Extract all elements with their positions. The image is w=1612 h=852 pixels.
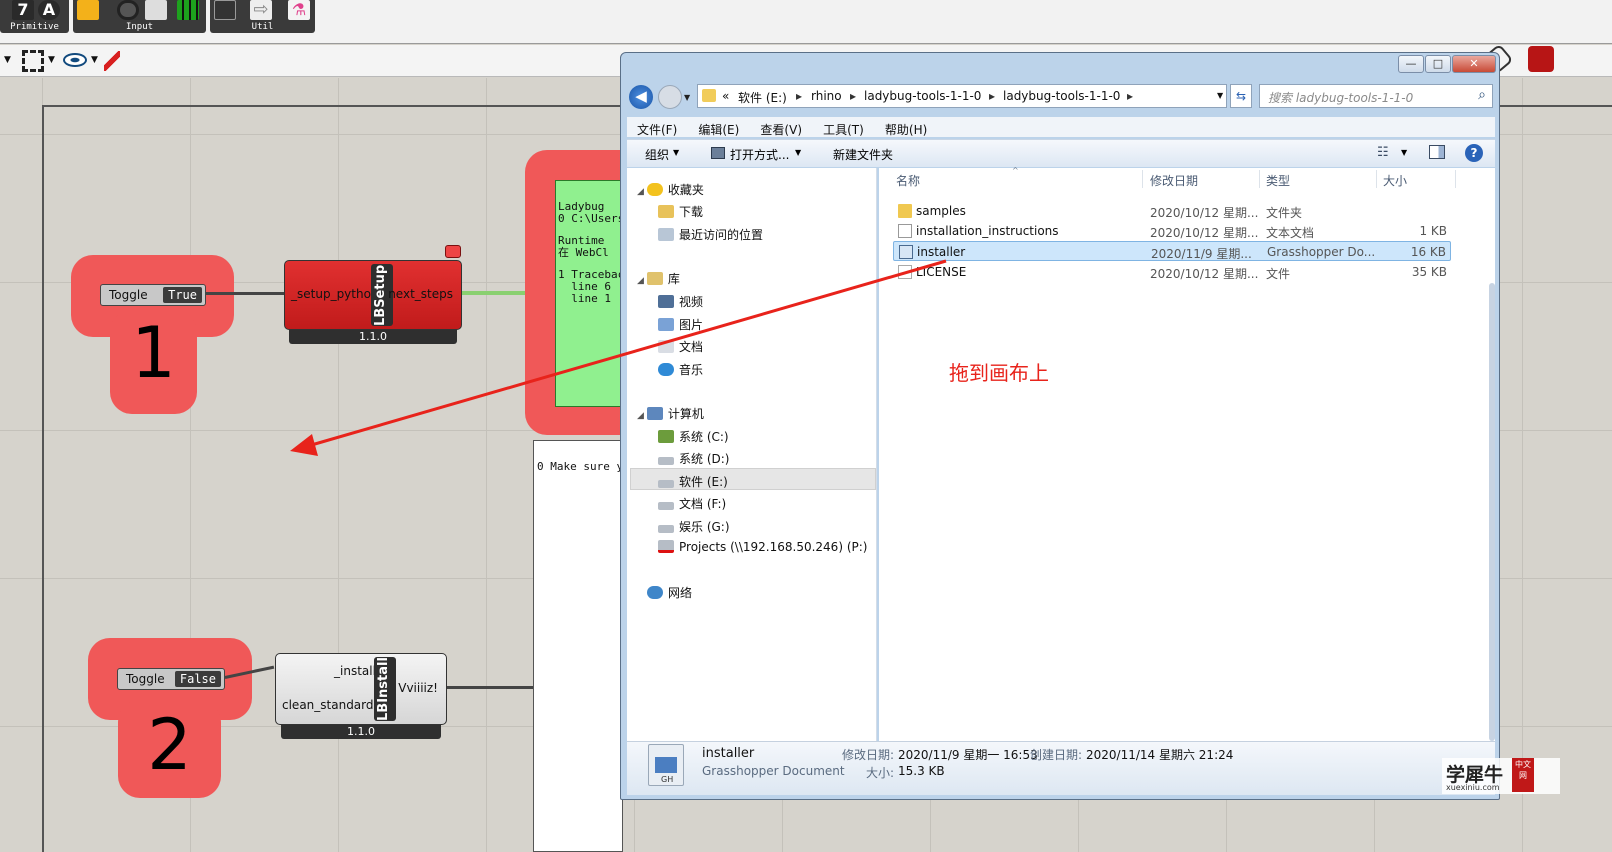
- drag-arrow: [290, 259, 947, 456]
- arrow-shaft: [307, 259, 947, 448]
- arrow-head: [290, 434, 318, 456]
- watermark-seal: 中文网: [1512, 758, 1534, 792]
- watermark-url: xuexiniu.com: [1446, 783, 1500, 792]
- watermark: 学犀牛 中文网 xuexiniu.com: [1442, 758, 1560, 794]
